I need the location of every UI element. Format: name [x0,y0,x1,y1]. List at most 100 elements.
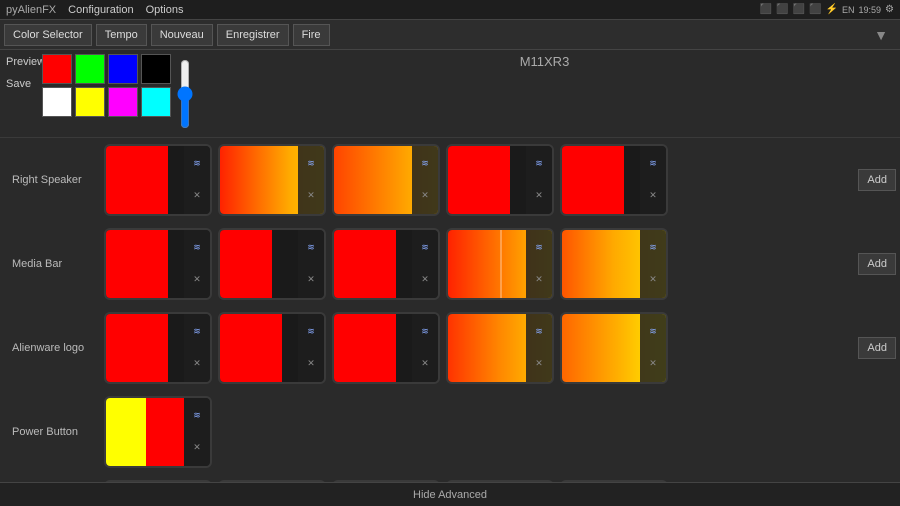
swatch-magenta[interactable] [108,87,138,117]
zone-label-right-speaker: Right Speaker [4,174,104,186]
save-label: Save [6,76,38,90]
light-card[interactable]: ≋ ✕ [332,144,440,216]
add-button-media-bar[interactable]: Add [858,253,896,275]
light-card[interactable]: ≋ ✕ [560,312,668,384]
light-card[interactable]: ≋ ✕ [218,228,326,300]
light-card[interactable]: ≋ ✕ [560,228,668,300]
card-icons: ≋ ✕ [412,230,438,298]
color-panel: Preview Save M11XR3 [0,50,900,138]
light-card[interactable]: ≋ ✕ [446,312,554,384]
close-icon[interactable]: ✕ [421,358,429,369]
card-icons: ≋ ✕ [298,314,324,382]
toolbar: Color Selector Tempo Nouveau Enregistrer… [0,20,900,50]
tempo-slider[interactable] [175,59,195,129]
device-name-container: M11XR3 [195,54,894,69]
preview-label: Preview [6,54,38,68]
waveform-icon[interactable]: ≋ [649,159,657,168]
waveform-icon[interactable]: ≋ [649,327,657,336]
device-name: M11XR3 [520,54,570,69]
card-icons: ≋ ✕ [526,230,552,298]
zone-cards-alienware-logo: ≋ ✕ ≋ ✕ ≋ ✕ [104,312,854,384]
tray-icon-2: ⬛ [776,4,788,15]
waveform-icon[interactable]: ≋ [535,243,543,252]
close-icon[interactable]: ✕ [193,358,201,369]
waveform-icon[interactable]: ≋ [421,159,429,168]
color-swatches [42,54,171,117]
zone-power-button: Power Button ≋ ✕ [0,390,900,474]
waveform-icon[interactable]: ≋ [193,411,201,420]
light-card[interactable]: ≋ ✕ [104,312,212,384]
close-icon[interactable]: ✕ [421,274,429,285]
waveform-icon[interactable]: ≋ [535,159,543,168]
light-card[interactable]: ≋ ✕ [104,228,212,300]
light-card[interactable]: ≋ ✕ [218,312,326,384]
light-card[interactable]: ≋ ✕ [332,312,440,384]
close-icon[interactable]: ✕ [307,190,315,201]
waveform-icon[interactable]: ≋ [649,243,657,252]
swatch-cyan[interactable] [141,87,171,117]
waveform-icon[interactable]: ≋ [193,159,201,168]
waveform-icon[interactable]: ≋ [307,159,315,168]
swatch-green[interactable] [75,54,105,84]
dropdown-arrow[interactable]: ▼ [874,27,896,43]
light-card[interactable]: ≋ ✕ [104,144,212,216]
menu-configuration[interactable]: Configuration [68,4,133,16]
menu-bar: pyAlienFX Configuration Options ⬛ ⬛ ⬛ ⬛ … [0,0,900,20]
card-icons: ≋ ✕ [298,230,324,298]
hide-advanced-button[interactable]: Hide Advanced [413,489,487,501]
close-icon[interactable]: ✕ [649,190,657,201]
light-card[interactable]: ≋ ✕ [560,144,668,216]
fire-button[interactable]: Fire [293,24,330,46]
waveform-icon[interactable]: ≋ [421,243,429,252]
add-button-alienware-logo[interactable]: Add [858,337,896,359]
zone-media-bar: Media Bar ≋ ✕ ≋ ✕ [0,222,900,306]
close-icon[interactable]: ✕ [535,358,543,369]
waveform-icon[interactable]: ≋ [421,327,429,336]
waveform-icon[interactable]: ≋ [535,327,543,336]
card-icons: ≋ ✕ [184,314,210,382]
waveform-icon[interactable]: ≋ [307,327,315,336]
system-tray: ⬛ ⬛ ⬛ ⬛ ⚡ EN 19:59 ⚙ [760,4,894,15]
swatch-white[interactable] [42,87,72,117]
light-card[interactable]: ≋ ✕ [332,228,440,300]
main-zones: Right Speaker ≋ ✕ ≋ ✕ [0,138,900,506]
settings-icon[interactable]: ⚙ [885,4,894,15]
waveform-icon[interactable]: ≋ [307,243,315,252]
tempo-button[interactable]: Tempo [96,24,147,46]
close-icon[interactable]: ✕ [649,274,657,285]
tempo-slider-area [175,54,195,134]
card-icons: ≋ ✕ [184,398,210,466]
close-icon[interactable]: ✕ [193,442,201,453]
zone-cards-power-button: ≋ ✕ [104,396,896,468]
card-icons: ≋ ✕ [640,314,666,382]
close-icon[interactable]: ✕ [193,190,201,201]
card-icons: ≋ ✕ [298,146,324,214]
nouveau-button[interactable]: Nouveau [151,24,213,46]
swatch-row-2 [42,87,171,117]
light-card[interactable]: ≋ ✕ [104,396,212,468]
close-icon[interactable]: ✕ [193,274,201,285]
light-card[interactable]: ≋ ✕ [446,144,554,216]
card-icons: ≋ ✕ [526,146,552,214]
enregistrer-button[interactable]: Enregistrer [217,24,289,46]
close-icon[interactable]: ✕ [421,190,429,201]
waveform-icon[interactable]: ≋ [193,327,201,336]
close-icon[interactable]: ✕ [307,274,315,285]
light-card[interactable]: ≋ ✕ [446,228,554,300]
zone-label-media-bar: Media Bar [4,258,104,270]
zone-right-speaker: Right Speaker ≋ ✕ ≋ ✕ [0,138,900,222]
swatch-blue[interactable] [108,54,138,84]
add-button-right-speaker[interactable]: Add [858,169,896,191]
waveform-icon[interactable]: ≋ [193,243,201,252]
light-card[interactable]: ≋ ✕ [218,144,326,216]
preview-save-column: Preview Save [6,54,38,90]
lang-indicator: EN [842,5,855,15]
swatch-black[interactable] [141,54,171,84]
swatch-red[interactable] [42,54,72,84]
close-icon[interactable]: ✕ [649,358,657,369]
swatch-yellow[interactable] [75,87,105,117]
menu-options[interactable]: Options [146,4,184,16]
close-icon[interactable]: ✕ [307,358,315,369]
close-icon[interactable]: ✕ [535,190,543,201]
close-icon[interactable]: ✕ [535,274,543,285]
